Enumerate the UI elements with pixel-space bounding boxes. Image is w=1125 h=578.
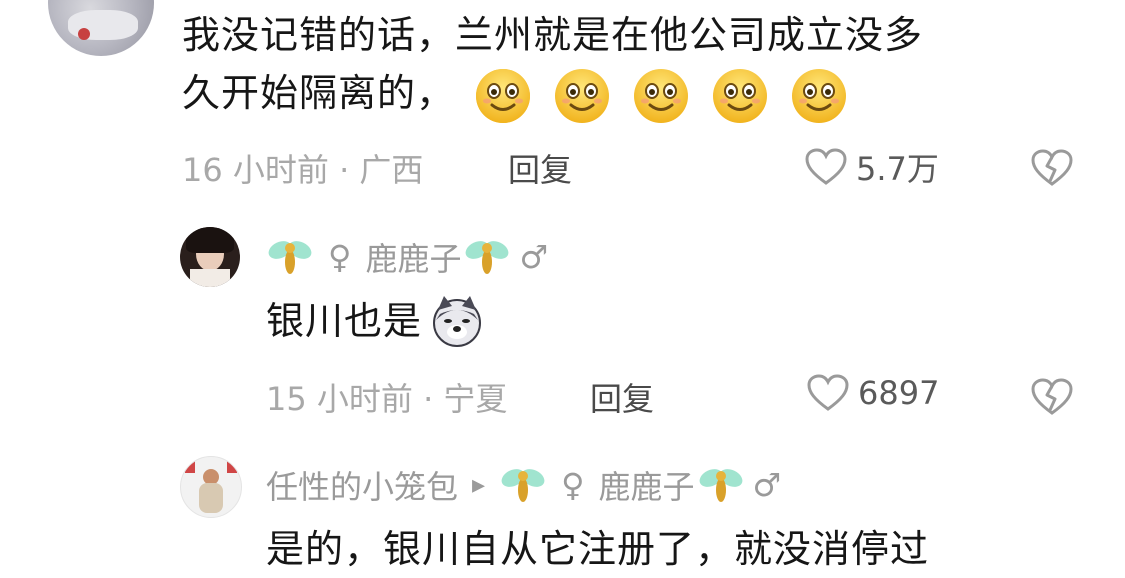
smile-emoji-icon [713, 68, 768, 123]
fairy-icon [699, 469, 742, 502]
comment-text-line: 我没记错的话，兰州就是在他公司成立没多 [182, 13, 924, 57]
smile-emoji-icon [476, 68, 531, 123]
heart-icon [807, 374, 849, 411]
smile-emoji-icon [555, 68, 610, 123]
reply-meta: 15 小时前 · 宁夏 [266, 380, 508, 418]
reply-button[interactable]: 回复 [590, 374, 654, 420]
reply-username-row: ♀ 鹿鹿子 ♂ [266, 234, 548, 280]
like-button[interactable]: 5.7万 [804, 144, 939, 190]
reply-to-username[interactable]: 鹿鹿子 [599, 462, 695, 508]
heart-icon [805, 148, 847, 185]
reply-button[interactable]: 回复 [508, 145, 572, 191]
reply-username-row: 任性的小笼包 ▸ ♀ 鹿鹿子 ♂ [266, 462, 781, 508]
emoji-row [474, 64, 848, 125]
dislike-broken-heart-icon[interactable] [1030, 148, 1074, 188]
fairy-icon [466, 241, 509, 274]
reply-text: 银川也是 [266, 292, 484, 350]
fairy-icon [501, 469, 545, 502]
comment-text-line: 久开始隔离的， [182, 64, 848, 125]
smile-emoji-icon [792, 68, 847, 123]
female-icon: ♀ [561, 466, 585, 504]
reply-arrow-icon: ▸ [472, 470, 486, 500]
reply-text-content: 银川也是 [266, 299, 423, 343]
reply-username[interactable]: 鹿鹿子 [365, 234, 461, 280]
comment-meta: 16 小时前 · 广西 [182, 151, 424, 189]
avatar[interactable] [180, 227, 240, 287]
like-count: 6897 [858, 374, 940, 412]
male-icon: ♂ [752, 466, 782, 504]
dog-emoji-icon [433, 296, 482, 347]
fairy-icon [268, 241, 312, 274]
avatar[interactable] [48, 0, 154, 56]
dislike-broken-heart-icon[interactable] [1030, 377, 1074, 417]
reply-text: 是的，银川自从它注册了，就没消停过 [266, 527, 930, 571]
female-icon: ♀ [328, 238, 352, 276]
smile-emoji-icon [634, 68, 689, 123]
avatar[interactable] [180, 456, 242, 518]
comment-text: 久开始隔离的， [182, 71, 456, 115]
like-count: 5.7万 [856, 150, 939, 188]
like-button[interactable]: 6897 [806, 373, 939, 413]
reply-username[interactable]: 任性的小笼包 [266, 462, 458, 508]
male-icon: ♂ [519, 238, 549, 276]
